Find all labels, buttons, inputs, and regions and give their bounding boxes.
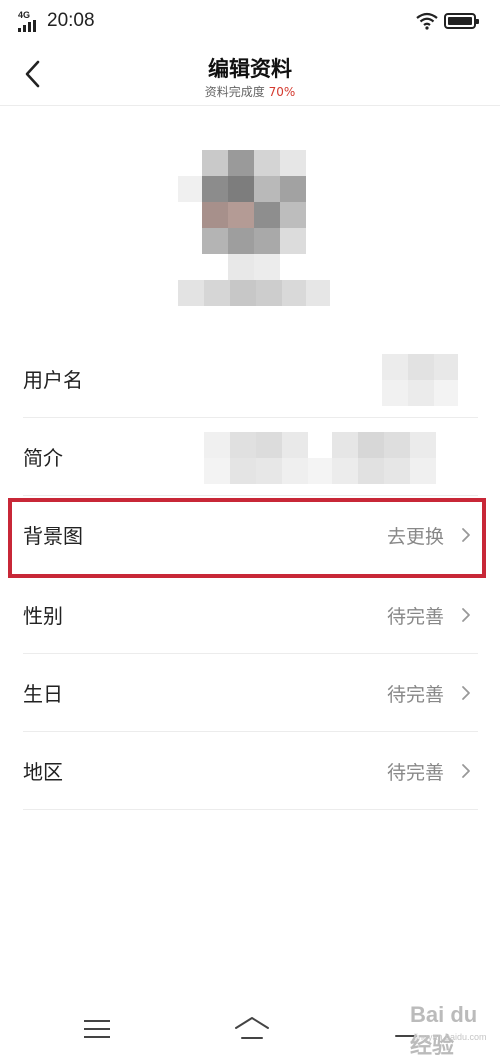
bio-label: 简介 bbox=[23, 446, 63, 470]
gender-value: 待完善 bbox=[386, 606, 444, 628]
home-icon[interactable] bbox=[233, 1014, 271, 1042]
birthday-row[interactable]: 生日 待完善 bbox=[0, 654, 500, 732]
divider bbox=[23, 809, 478, 810]
gender-label: 性别 bbox=[23, 604, 63, 628]
birthday-value: 待完善 bbox=[386, 684, 444, 706]
username-label: 用户名 bbox=[23, 368, 83, 392]
wifi-icon bbox=[416, 12, 438, 30]
username-value-blurred bbox=[382, 354, 458, 406]
cellular-signal-icon: 4G bbox=[18, 10, 44, 32]
battery-icon bbox=[444, 13, 479, 29]
watermark-url: jingyan.baidu.com bbox=[414, 1032, 487, 1042]
highlight-box bbox=[8, 498, 486, 578]
avatar[interactable] bbox=[178, 150, 330, 310]
birthday-label: 生日 bbox=[23, 682, 63, 706]
clock: 20:08 bbox=[47, 10, 95, 31]
gender-row[interactable]: 性别 待完善 bbox=[0, 576, 500, 654]
completion-percent: 70% bbox=[268, 85, 296, 99]
completion-subtitle: 资料完成度 70% bbox=[0, 83, 500, 100]
region-label: 地区 bbox=[23, 760, 63, 784]
network-type: 4G bbox=[18, 10, 31, 20]
avatar-section bbox=[0, 106, 500, 336]
region-value: 待完善 bbox=[386, 762, 444, 784]
watermark-logo: Bai du 经验 bbox=[410, 1002, 478, 1056]
bio-value-blurred bbox=[204, 432, 460, 484]
page-title: 编辑资料 bbox=[208, 57, 292, 81]
chevron-right-icon bbox=[462, 686, 470, 700]
completion-label: 资料完成度 bbox=[204, 85, 265, 99]
status-bar: 4G 20:08 bbox=[0, 0, 500, 44]
region-row[interactable]: 地区 待完善 bbox=[0, 732, 500, 810]
chevron-right-icon bbox=[462, 764, 470, 778]
chevron-right-icon bbox=[462, 608, 470, 622]
username-row[interactable]: 用户名 bbox=[0, 340, 500, 418]
bio-row[interactable]: 简介 bbox=[0, 418, 500, 496]
nav-bar: 编辑资料 资料完成度 70% bbox=[0, 44, 500, 106]
menu-icon[interactable] bbox=[84, 1020, 110, 1038]
